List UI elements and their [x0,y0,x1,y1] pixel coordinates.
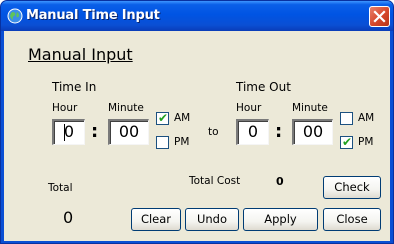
time-in-hour-label: Hour [52,102,78,114]
time-out-pm-checkbox[interactable]: ✔ [340,135,353,149]
window-title: Manual Time Input [26,8,160,23]
checkmark-icon: ✔ [158,111,169,125]
close-icon [373,10,386,23]
time-in-pm-label: PM [174,136,190,148]
total-cost-value: 0 [276,175,284,188]
undo-button[interactable]: Undo [185,208,239,231]
time-out-minute-label: Minute [292,102,328,114]
time-in-minute-input[interactable]: 00 [108,119,149,145]
clear-button[interactable]: Clear [131,208,181,231]
time-out-minute-value: 00 [302,122,324,141]
close-button[interactable]: Close [323,208,381,231]
total-cost-label: Total Cost [189,175,241,187]
time-out-colon: : [275,121,283,142]
total-value: 0 [63,208,74,227]
time-in-hour-input[interactable]: 0 [52,119,85,145]
time-out-am-checkbox[interactable] [340,112,353,125]
time-in-colon: : [91,121,99,142]
time-in-am-checkbox[interactable]: ✔ [156,111,169,125]
title-bar[interactable]: Manual Time Input [1,1,393,31]
apply-button[interactable]: Apply [243,208,318,231]
time-in-pm-checkbox[interactable] [156,136,169,149]
time-in-hour-value: 0 [63,122,75,141]
to-label: to [208,126,219,138]
check-button[interactable]: Check [323,176,381,199]
time-out-minute-input[interactable]: 00 [292,119,333,145]
page-title: Manual Input [28,45,133,64]
checkmark-icon: ✔ [342,135,353,149]
close-window-button[interactable] [369,6,390,27]
total-label: Total [48,182,73,194]
time-out-hour-value: 0 [247,122,259,141]
time-out-hour-label: Hour [236,102,262,114]
time-in-minute-label: Minute [108,102,144,114]
time-in-minute-value: 00 [118,122,140,141]
globe-icon [7,8,23,24]
window-client-area: Manual Input Time In Hour Minute 0 : 00 … [4,31,390,241]
time-in-am-label: AM [174,112,191,124]
time-in-label: Time In [52,80,97,94]
time-out-label: Time Out [236,80,291,94]
text-caret [64,124,65,141]
time-out-hour-input[interactable]: 0 [236,119,269,145]
time-out-am-label: AM [358,112,375,124]
app-window: Manual Time Input Manual Input Time In H… [0,0,394,244]
time-out-pm-label: PM [358,136,374,148]
